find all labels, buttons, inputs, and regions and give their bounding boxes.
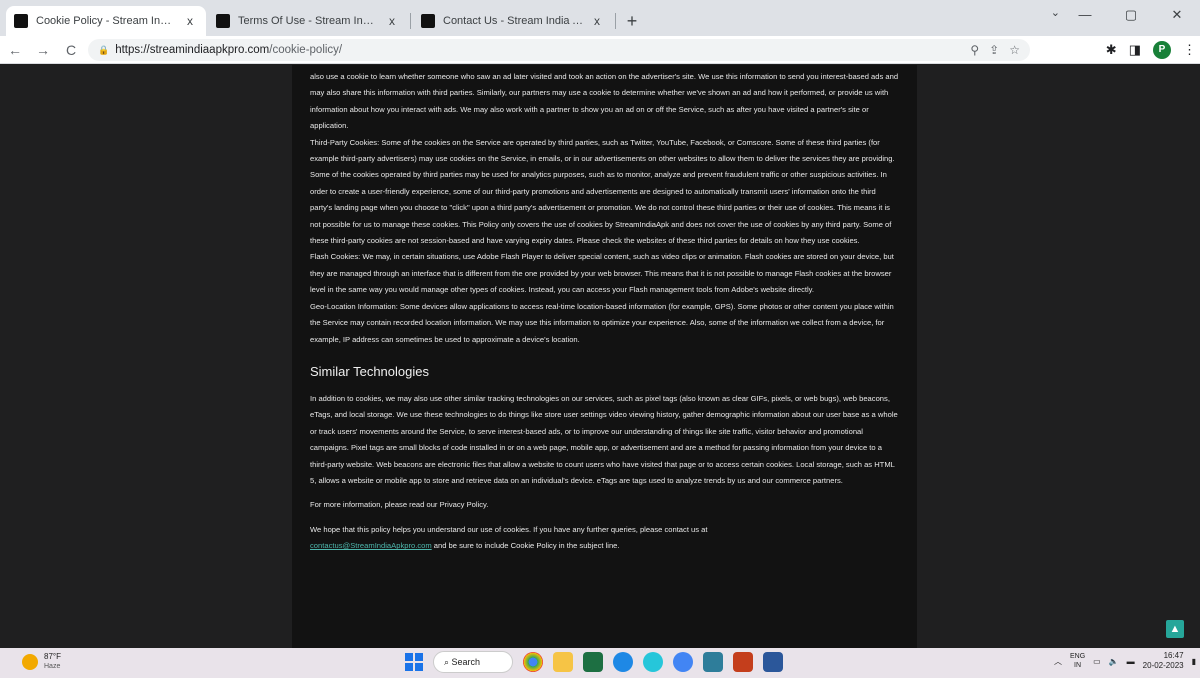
paragraph-ads: also use a cookie to learn whether someo… (310, 72, 899, 131)
paragraph-geo-location: Geo-Location Information: Some devices a… (310, 301, 894, 344)
browser-toolbar: ← → C 🔒 https://streamindiaapkpro.com/co… (0, 36, 1200, 64)
tab-search-icon[interactable]: ⌄ (1051, 6, 1060, 19)
article-content: also use a cookie to learn whether someo… (292, 65, 917, 648)
paragraph-contact: We hope that this policy helps you under… (310, 522, 899, 555)
back-icon[interactable]: ← (2, 37, 28, 63)
toolbar-right: ✱ ◨ P ⋮ (1106, 38, 1196, 62)
tab-strip: Cookie Policy - Stream India Apk x Terms… (0, 0, 1200, 36)
lock-icon[interactable]: 🔒 (98, 45, 109, 56)
region-code: IN (1074, 662, 1082, 669)
volume-icon[interactable]: 🔈 (1109, 657, 1119, 666)
paragraph-flash-cookies: Flash Cookies: We may, in certain situat… (310, 252, 894, 295)
zoom-icon[interactable]: ⚲ (970, 43, 979, 57)
paragraph-more-info: For more information, please read our Pr… (310, 500, 489, 510)
contact-text-end: and be sure to include Cookie Policy in … (431, 541, 620, 551)
tab-title: Terms Of Use - Stream India Apk (238, 15, 378, 27)
site-favicon-icon (421, 14, 435, 28)
photos-icon[interactable] (703, 652, 723, 672)
search-label: Search (451, 657, 481, 667)
windows-start-icon[interactable] (405, 653, 423, 671)
clock-date: 20-02-2023 (1142, 661, 1184, 670)
forward-icon[interactable]: → (30, 37, 56, 63)
heading-similar-technologies: Similar Technologies (310, 363, 429, 379)
maximize-button[interactable]: ▢ (1108, 0, 1154, 30)
side-panel-icon[interactable]: ◨ (1129, 42, 1141, 58)
omnibox-actions: ⚲ ⇪ ☆ (970, 39, 1020, 61)
web-page: also use a cookie to learn whether someo… (0, 65, 1200, 648)
address-bar[interactable]: 🔒 https://streamindiaapkpro.com/cookie-p… (88, 39, 1030, 61)
contact-text: We hope that this policy helps you under… (310, 524, 708, 534)
tab-divider (615, 13, 616, 29)
close-window-button[interactable]: ✕ (1154, 0, 1200, 30)
tab-divider (410, 13, 411, 29)
tab-title: Cookie Policy - Stream India Apk (36, 15, 176, 27)
tab-title: Contact Us - Stream India Apk D (443, 15, 583, 27)
paragraph-third-party-cookies: Third-Party Cookies: Some of the cookies… (310, 137, 895, 246)
lang-code: ENG (1069, 653, 1086, 660)
profile-avatar[interactable]: P (1153, 41, 1171, 59)
taskbar-apps: ⌕ Search (405, 651, 783, 673)
tab-contact-us[interactable]: Contact Us - Stream India Apk D x (413, 6, 613, 36)
chevron-up-icon[interactable]: ︿ (1054, 656, 1062, 667)
settings-icon[interactable] (643, 652, 663, 672)
system-tray: ︿ ENG IN ▭ 🔈 ▬ 16:47 20-02-2023 ▮ (1054, 651, 1196, 671)
clock[interactable]: 16:47 20-02-2023 (1143, 651, 1184, 671)
taskbar: 87°F Haze ⌕ Search ︿ ENG IN ▭ 🔈 ▬ 16:47 … (0, 648, 1200, 678)
weather-temp: 87°F (44, 652, 61, 661)
clock-time: 16:47 (1163, 651, 1184, 660)
tab-close-icon[interactable]: x (182, 13, 198, 29)
edge-icon[interactable] (613, 652, 633, 672)
file-explorer-icon[interactable] (553, 652, 573, 672)
language-indicator[interactable]: ENG IN (1070, 652, 1085, 670)
taskbar-search[interactable]: ⌕ Search (433, 651, 513, 673)
contact-email-link[interactable]: contactus@StreamIndiaApkpro.com (310, 541, 432, 550)
new-tab-button[interactable]: + (618, 7, 646, 35)
powerpoint-icon[interactable] (733, 652, 753, 672)
chrome-icon[interactable] (523, 652, 543, 672)
weather-widget[interactable]: 87°F Haze (22, 652, 61, 671)
url-host: https://streamindiaapkpro.com (115, 44, 270, 56)
sun-icon (22, 653, 38, 670)
reload-icon[interactable]: C (58, 37, 84, 63)
site-favicon-icon (216, 14, 230, 28)
extensions-icon[interactable]: ✱ (1106, 42, 1117, 58)
bookmark-star-icon[interactable]: ☆ (1009, 43, 1020, 57)
tab-terms-of-use[interactable]: Terms Of Use - Stream India Apk x (208, 6, 408, 36)
scroll-to-top-button[interactable]: ▲ (1166, 620, 1184, 638)
window-controls: — ▢ ✕ (1062, 0, 1200, 30)
minimize-button[interactable]: — (1062, 0, 1108, 30)
site-favicon-icon (14, 14, 28, 28)
word-icon[interactable] (763, 652, 783, 672)
excel-icon[interactable] (583, 652, 603, 672)
tab-cookie-policy[interactable]: Cookie Policy - Stream India Apk x (6, 6, 206, 36)
battery-icon[interactable]: ▬ (1127, 657, 1135, 666)
menu-kebab-icon[interactable]: ⋮ (1183, 42, 1196, 58)
display-icon[interactable]: ▭ (1093, 657, 1101, 666)
paragraph-similar-technologies: In addition to cookies, we may also use … (310, 393, 898, 485)
url-path: /cookie-policy/ (269, 44, 343, 56)
weather-desc: Haze (44, 663, 61, 670)
share-icon[interactable]: ⇪ (989, 43, 999, 57)
notification-icon[interactable]: ▮ (1192, 657, 1196, 666)
tab-close-icon[interactable]: x (589, 13, 605, 29)
tab-close-icon[interactable]: x (384, 13, 400, 29)
chrome-profile-icon[interactable] (673, 652, 693, 672)
